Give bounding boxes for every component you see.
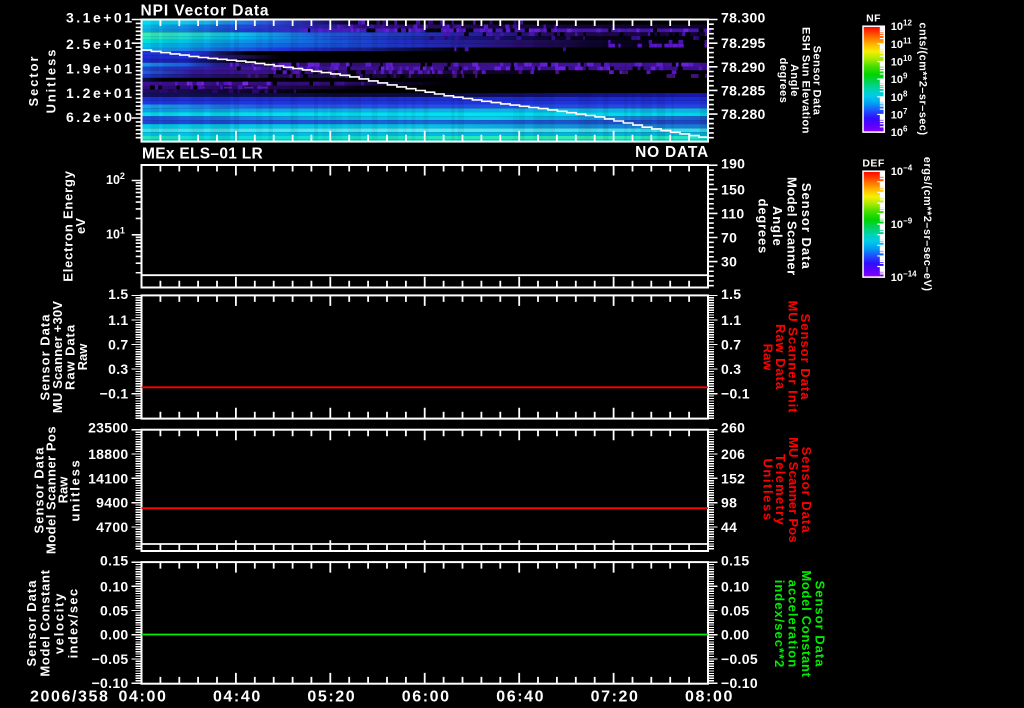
svg-text:1.5: 1.5 xyxy=(108,286,128,302)
svg-text:MEx ELS–01 LR: MEx ELS–01 LR xyxy=(142,146,263,163)
svg-text:78.290: 78.290 xyxy=(721,59,766,75)
svg-text:Model Constant: Model Constant xyxy=(38,569,53,676)
svg-text:ESH Sun Elevation: ESH Sun Elevation xyxy=(799,27,811,134)
svg-text:DEF: DEF xyxy=(862,158,885,170)
svg-text:0.7: 0.7 xyxy=(108,337,128,353)
svg-text:−0.05: −0.05 xyxy=(92,651,129,667)
svg-text:07:20: 07:20 xyxy=(591,689,640,706)
svg-text:Sector: Sector xyxy=(26,55,41,107)
svg-text:04:00: 04:00 xyxy=(119,689,168,706)
svg-text:0.7: 0.7 xyxy=(721,337,741,353)
svg-text:152: 152 xyxy=(721,470,745,486)
svg-text:Raw: Raw xyxy=(760,344,775,372)
svg-text:1.1: 1.1 xyxy=(721,312,741,328)
svg-text:index/sec: index/sec xyxy=(65,588,80,659)
svg-text:18800: 18800 xyxy=(88,446,128,462)
svg-text:1.1: 1.1 xyxy=(108,312,128,328)
svg-text:78.295: 78.295 xyxy=(721,35,766,51)
svg-text:1.5: 1.5 xyxy=(721,286,741,302)
svg-text:78.300: 78.300 xyxy=(721,10,766,26)
svg-text:44: 44 xyxy=(721,519,737,535)
svg-text:06:40: 06:40 xyxy=(496,689,545,706)
svg-text:Sensor Data: Sensor Data xyxy=(799,183,814,270)
svg-text:9400: 9400 xyxy=(96,495,128,511)
svg-text:04:40: 04:40 xyxy=(213,689,262,706)
svg-text:1.2e+01: 1.2e+01 xyxy=(66,85,135,101)
svg-text:−0.1: −0.1 xyxy=(100,386,129,402)
svg-text:degrees: degrees xyxy=(755,199,770,254)
svg-text:Raw: Raw xyxy=(75,343,90,371)
svg-text:0.10: 0.10 xyxy=(721,578,749,594)
svg-text:Unitless: Unitless xyxy=(760,458,775,521)
svg-text:0.3: 0.3 xyxy=(721,361,741,377)
svg-text:206: 206 xyxy=(721,446,745,462)
svg-text:0.3: 0.3 xyxy=(108,361,128,377)
svg-text:4700: 4700 xyxy=(96,519,128,535)
svg-text:0.00: 0.00 xyxy=(100,627,128,643)
svg-text:6.2e+00: 6.2e+00 xyxy=(66,109,135,125)
svg-text:index/sec**2: index/sec**2 xyxy=(772,580,787,668)
svg-text:Angle: Angle xyxy=(770,206,785,247)
svg-text:−0.05: −0.05 xyxy=(721,651,758,667)
svg-text:Sensor Data: Sensor Data xyxy=(24,580,39,667)
svg-text:0.00: 0.00 xyxy=(721,627,749,643)
svg-text:Unitless: Unitless xyxy=(44,48,59,114)
svg-text:cnts/(cm**2–sr–sec): cnts/(cm**2–sr–sec) xyxy=(917,23,929,136)
svg-text:NO DATA: NO DATA xyxy=(635,144,709,161)
svg-text:70: 70 xyxy=(721,230,737,246)
svg-text:0.15: 0.15 xyxy=(721,552,749,568)
svg-text:2006/358: 2006/358 xyxy=(30,689,110,706)
svg-text:0.10: 0.10 xyxy=(100,578,128,594)
svg-text:NPI Vector Data: NPI Vector Data xyxy=(141,3,270,20)
svg-text:Model Scanner: Model Scanner xyxy=(785,177,800,276)
svg-text:78.280: 78.280 xyxy=(721,106,766,122)
svg-text:Angle: Angle xyxy=(788,64,800,97)
svg-text:150: 150 xyxy=(721,181,745,197)
svg-text:ergs/(cm**2–sr–sec–eV): ergs/(cm**2–sr–sec–eV) xyxy=(921,157,933,292)
svg-text:190: 190 xyxy=(721,156,745,172)
svg-text:1.9e+01: 1.9e+01 xyxy=(66,60,135,76)
svg-text:NF: NF xyxy=(866,13,881,25)
svg-text:−0.1: −0.1 xyxy=(721,386,750,402)
svg-text:98: 98 xyxy=(721,495,737,511)
svg-text:110: 110 xyxy=(721,205,745,221)
svg-text:0.05: 0.05 xyxy=(721,603,749,619)
svg-text:unitless: unitless xyxy=(68,458,83,521)
svg-text:velocity: velocity xyxy=(52,592,67,654)
svg-text:260: 260 xyxy=(721,420,745,436)
svg-text:3.1e+01: 3.1e+01 xyxy=(66,9,135,25)
svg-text:30: 30 xyxy=(721,254,737,270)
svg-text:06:00: 06:00 xyxy=(402,689,451,706)
svg-text:0.15: 0.15 xyxy=(100,552,128,568)
svg-text:78.285: 78.285 xyxy=(721,83,766,99)
svg-text:degrees: degrees xyxy=(777,58,789,104)
svg-text:05:20: 05:20 xyxy=(307,689,356,706)
svg-text:eV: eV xyxy=(73,218,88,234)
svg-text:08:00: 08:00 xyxy=(685,689,734,706)
svg-text:0.05: 0.05 xyxy=(100,603,128,619)
svg-text:2.5e+01: 2.5e+01 xyxy=(66,36,135,52)
svg-text:14100: 14100 xyxy=(88,470,128,486)
svg-text:23500: 23500 xyxy=(88,420,128,436)
